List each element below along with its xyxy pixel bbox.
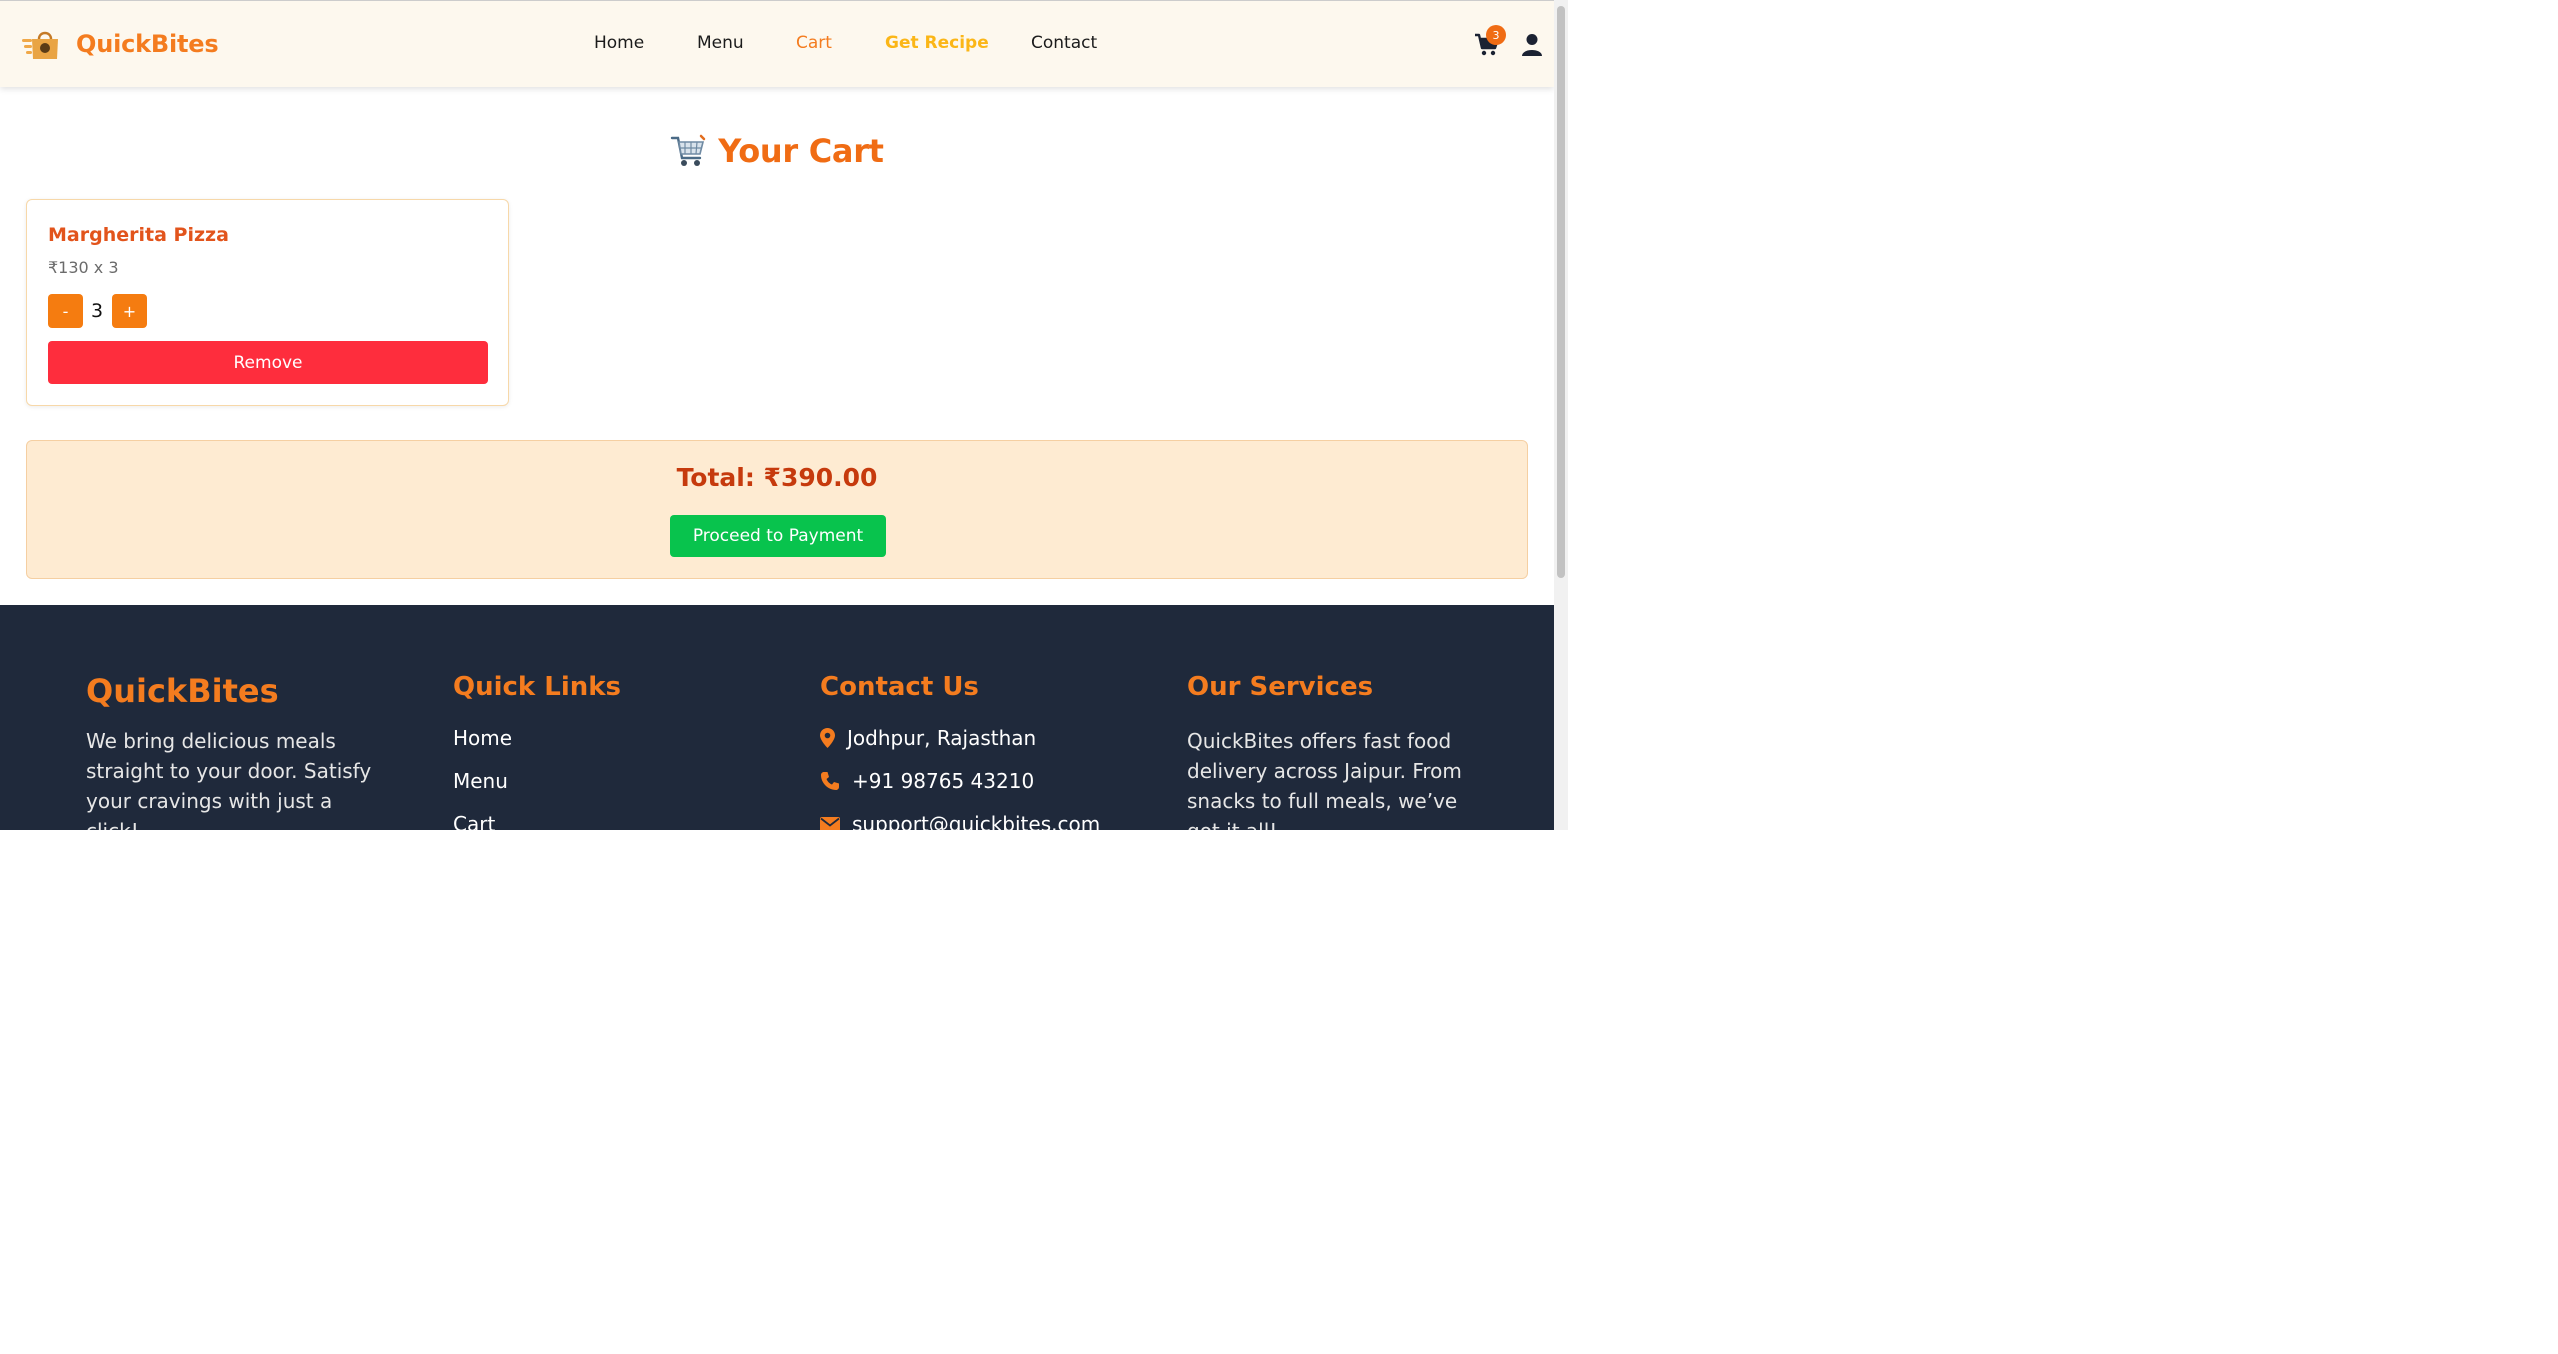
proceed-to-payment-button[interactable]: Proceed to Payment	[670, 515, 886, 557]
footer-services-line: snacks to full meals, we’ve	[1187, 789, 1458, 813]
shopping-cart-icon	[670, 134, 706, 168]
footer-about-line: your cravings with just a	[86, 789, 333, 813]
footer-contact-email[interactable]: support@quickbites.com	[820, 812, 1100, 830]
envelope-icon	[820, 816, 840, 830]
footer-link-home[interactable]: Home	[453, 726, 512, 750]
address-text: Jodhpur, Rajasthan	[847, 726, 1037, 750]
item-price: ₹130 x 3	[48, 258, 119, 277]
cart-count-badge: 3	[1486, 25, 1506, 45]
footer-about-line: click!	[86, 816, 386, 830]
footer-contact-heading: Contact Us	[820, 672, 979, 702]
phone-text: +91 98765 43210	[852, 769, 1035, 793]
user-icon[interactable]	[1521, 33, 1543, 57]
footer-about-line: straight to your door. Satisfy	[86, 759, 372, 783]
footer-about: We bring delicious meals straight to you…	[86, 726, 386, 830]
nav-contact[interactable]: Contact	[1031, 33, 1097, 53]
cart-item-card: Margherita Pizza ₹130 x 3 - 3 + Remove	[26, 199, 509, 406]
quantity-value: 3	[91, 300, 104, 322]
cart-total: Total: ₹390.00	[676, 463, 878, 492]
scrollbar-thumb[interactable]	[1557, 6, 1565, 578]
footer-about-line: We bring delicious meals	[86, 729, 336, 753]
nav-menu[interactable]: Menu	[697, 33, 744, 53]
phone-icon	[821, 772, 839, 790]
page: QuickBites Home Menu Cart Get Recipe Con…	[0, 0, 1568, 830]
footer-brand: QuickBites	[86, 672, 279, 710]
item-name: Margherita Pizza	[48, 224, 229, 246]
footer-link-menu[interactable]: Menu	[453, 769, 508, 793]
location-pin-icon	[820, 728, 835, 748]
vertical-scrollbar[interactable]	[1554, 0, 1568, 830]
footer-services-line: QuickBites offers fast food	[1187, 729, 1452, 753]
footer-services-heading: Our Services	[1187, 672, 1374, 702]
footer-quick-links-heading: Quick Links	[453, 672, 622, 702]
footer-contact-address: Jodhpur, Rajasthan	[820, 726, 1036, 750]
footer: QuickBites We bring delicious meals stra…	[0, 605, 1554, 830]
decrease-quantity-button[interactable]: -	[48, 294, 83, 328]
remove-button[interactable]: Remove	[48, 341, 488, 384]
top-navbar: QuickBites Home Menu Cart Get Recipe Con…	[0, 0, 1554, 87]
cart-title: Your Cart	[0, 132, 1554, 172]
footer-services-line: got it all!	[1187, 816, 1507, 830]
footer-link-cart[interactable]: Cart	[453, 812, 495, 830]
footer-services-line: delivery across Jaipur. From	[1187, 759, 1462, 783]
footer-services: QuickBites offers fast food delivery acr…	[1187, 726, 1507, 830]
cart-summary: Total: ₹390.00 Proceed to Payment	[26, 440, 1528, 579]
increase-quantity-button[interactable]: +	[112, 294, 147, 328]
footer-contact-phone[interactable]: +91 98765 43210	[820, 769, 1034, 793]
page-title: Your Cart	[718, 132, 884, 170]
nav-get-recipe[interactable]: Get Recipe	[885, 33, 989, 53]
nav-cart[interactable]: Cart	[796, 33, 832, 53]
email-text: support@quickbites.com	[852, 812, 1101, 830]
nav-home[interactable]: Home	[594, 33, 644, 53]
main-nav: Home Menu Cart Get Recipe Contact	[0, 1, 1554, 88]
